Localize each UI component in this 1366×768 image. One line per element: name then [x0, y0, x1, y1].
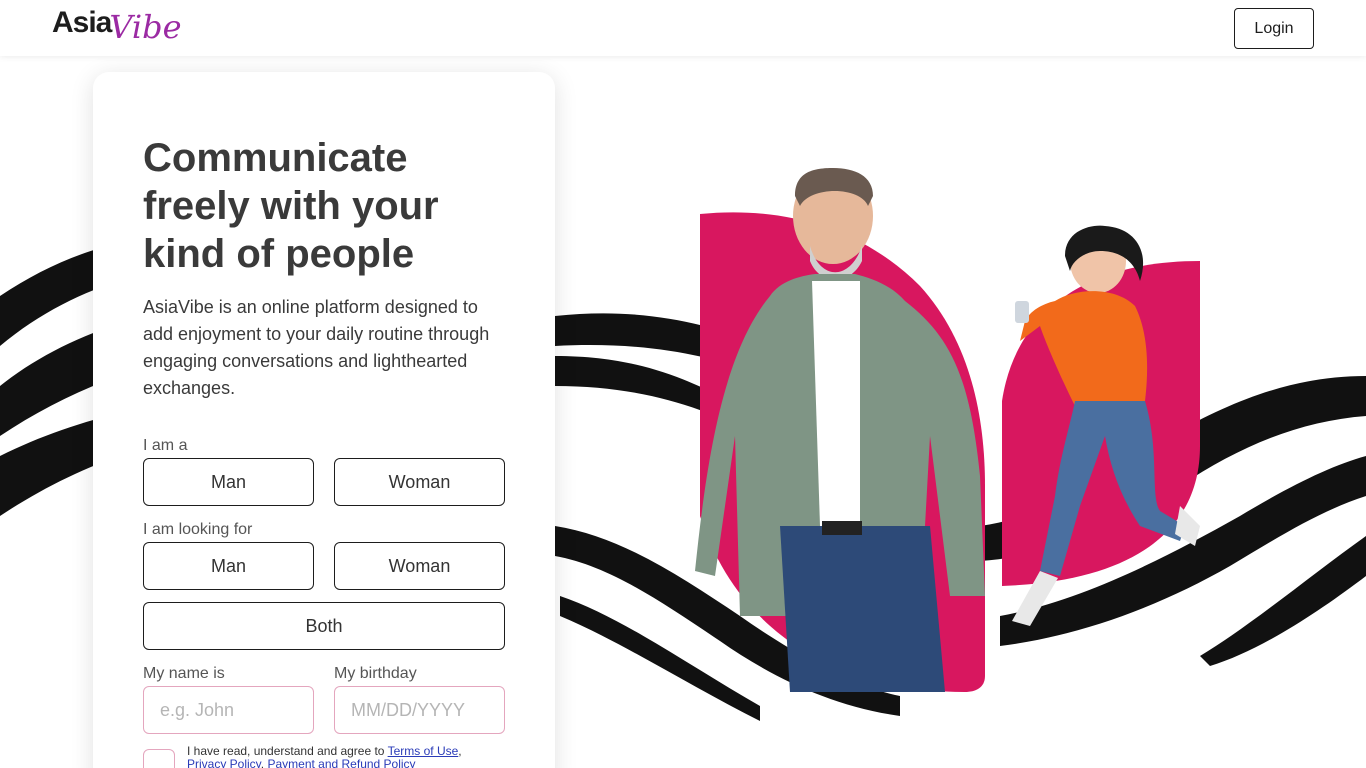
logo-text-asia: Asia [52, 6, 112, 39]
page-description: AsiaVibe is an online platform designed … [143, 297, 490, 398]
i-am-label: I am a [143, 437, 188, 454]
asiavibe-logo[interactable]: Asia Vibe [52, 4, 182, 48]
terms-of-use-link[interactable]: Terms of Use [388, 744, 459, 758]
birthday-label: My birthday [334, 665, 417, 682]
looking-for-man-button[interactable]: Man [143, 542, 314, 590]
logo-text-vibe: Vibe [109, 8, 182, 46]
name-input[interactable] [143, 686, 314, 734]
terms-text: I have read, understand and agree to Ter… [187, 745, 487, 768]
page-title: Communicate freely with your kind of peo… [143, 136, 439, 276]
signup-card: Communicate freely with your kind of peo… [93, 72, 555, 768]
looking-for-label: I am looking for [143, 521, 253, 538]
looking-for-both-button[interactable]: Both [143, 602, 505, 650]
refund-policy-link[interactable]: Payment and Refund Policy [267, 757, 415, 768]
privacy-policy-link[interactable]: Privacy Policy [187, 757, 261, 768]
terms-checkbox[interactable] [143, 749, 175, 768]
i-am-man-button[interactable]: Man [143, 458, 314, 506]
i-am-woman-button[interactable]: Woman [334, 458, 505, 506]
birthday-input[interactable] [334, 686, 505, 734]
looking-for-woman-button[interactable]: Woman [334, 542, 505, 590]
login-button[interactable]: Login [1234, 8, 1314, 49]
terms-prefix: I have read, understand and agree to [187, 744, 388, 758]
site-header: Asia Vibe Login [0, 0, 1366, 56]
name-label: My name is [143, 665, 225, 682]
